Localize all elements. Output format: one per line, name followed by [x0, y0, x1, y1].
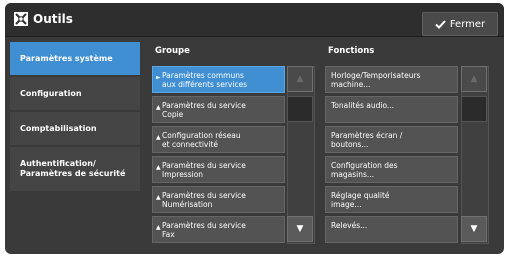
sidebar-item-label: Paramètres système — [20, 53, 113, 63]
group-item-fax-service[interactable]: ▲ Paramètres du service Fax — [152, 216, 285, 243]
group-item-line2: Fax — [162, 229, 175, 239]
group-item-line2: Numérisation — [162, 199, 213, 209]
function-item-line1: Configuration des — [331, 160, 398, 170]
group-item-line2: Impression — [162, 169, 204, 179]
functions-scroll-down-button[interactable]: ▼ — [461, 216, 487, 242]
group-item-line2: Copie — [162, 109, 184, 119]
group-item-common-settings[interactable]: ► Paramètres communs aux différents serv… — [152, 66, 285, 93]
group-item-line2: aux différents services — [162, 79, 248, 89]
function-item-audio-tones[interactable]: Tonalités audio... — [325, 96, 458, 123]
tools-icon — [14, 12, 28, 26]
function-item-line1: Réglage qualité — [331, 190, 390, 200]
triangle-icon: ▲ — [156, 224, 161, 231]
group-item-network[interactable]: ▲ Configuration réseau et connectivité — [152, 126, 285, 153]
function-item-line2: machine... — [331, 79, 371, 89]
selected-arrow-icon: ► — [156, 74, 161, 81]
sidebar: Paramètres système Configuration Comptab… — [10, 42, 140, 193]
triangle-icon: ▲ — [156, 134, 161, 141]
checkmark-icon — [435, 19, 446, 29]
function-item-tray-config[interactable]: Configuration des magasins... — [325, 156, 458, 183]
sidebar-item-authentication[interactable]: Authentification/ Paramètres de sécurité — [10, 147, 140, 191]
group-item-line2: et connectivité — [162, 139, 218, 149]
close-button[interactable]: Fermer — [422, 12, 498, 36]
group-item-scan-service[interactable]: ▲ Paramètres du service Numérisation — [152, 186, 285, 213]
scroll-up-icon: ▲ — [296, 74, 304, 84]
group-item-copy-service[interactable]: ▲ Paramètres du service Copie — [152, 96, 285, 123]
function-item-line1: Paramètres écran / — [331, 130, 403, 140]
function-item-reports[interactable]: Relevés... — [325, 216, 458, 243]
group-item-line1: Paramètres du service — [162, 190, 246, 200]
group-item-line1: Paramètres du service — [162, 100, 246, 110]
group-item-line1: Paramètres communs — [162, 70, 244, 80]
scroll-down-icon: ▼ — [470, 224, 478, 234]
triangle-icon: ▲ — [156, 194, 161, 201]
functions-column-header: Fonctions — [328, 46, 375, 56]
functions-scroll-up-button[interactable]: ▲ — [461, 66, 487, 92]
triangle-icon: ▲ — [156, 104, 161, 111]
sidebar-item-configuration[interactable]: Configuration — [10, 77, 140, 110]
scroll-up-icon: ▲ — [470, 74, 478, 84]
function-item-line1: Horloge/Temporisateurs — [331, 70, 421, 80]
function-item-clock-timers[interactable]: Horloge/Temporisateurs machine... — [325, 66, 458, 93]
function-item-image-quality[interactable]: Réglage qualité image... — [325, 186, 458, 213]
group-item-print-service[interactable]: ▲ Paramètres du service Impression — [152, 156, 285, 183]
function-item-screen-buttons[interactable]: Paramètres écran / boutons... — [325, 126, 458, 153]
sidebar-item-system-settings[interactable]: Paramètres système — [10, 42, 140, 75]
function-item-line2: image... — [331, 199, 362, 209]
group-scroll-up-button[interactable]: ▲ — [287, 66, 313, 92]
group-item-line1: Paramètres du service — [162, 220, 246, 230]
scroll-down-icon: ▼ — [296, 224, 304, 234]
function-item-line1: Tonalités audio... — [331, 101, 395, 110]
sidebar-item-label: Comptabilisation — [20, 123, 97, 133]
group-item-line1: Configuration réseau — [162, 130, 241, 140]
group-scroll-thumb[interactable] — [287, 96, 313, 122]
group-scroll-down-button[interactable]: ▼ — [287, 216, 313, 242]
sidebar-item-accounting[interactable]: Comptabilisation — [10, 112, 140, 145]
title-bar: Outils Fermer — [5, 3, 504, 37]
function-item-line2: magasins... — [331, 169, 375, 179]
close-button-label: Fermer — [449, 18, 486, 30]
triangle-icon: ▲ — [156, 164, 161, 171]
functions-scroll-thumb[interactable] — [461, 96, 487, 122]
function-item-line2: boutons... — [331, 139, 369, 149]
sidebar-item-label: Configuration — [20, 88, 82, 98]
group-column-header: Groupe — [155, 46, 190, 56]
window-title: Outils — [33, 12, 73, 26]
group-item-line1: Paramètres du service — [162, 160, 246, 170]
function-item-line1: Relevés... — [331, 221, 368, 230]
sidebar-item-label: Authentification/ Paramètres de sécurité — [20, 159, 126, 178]
